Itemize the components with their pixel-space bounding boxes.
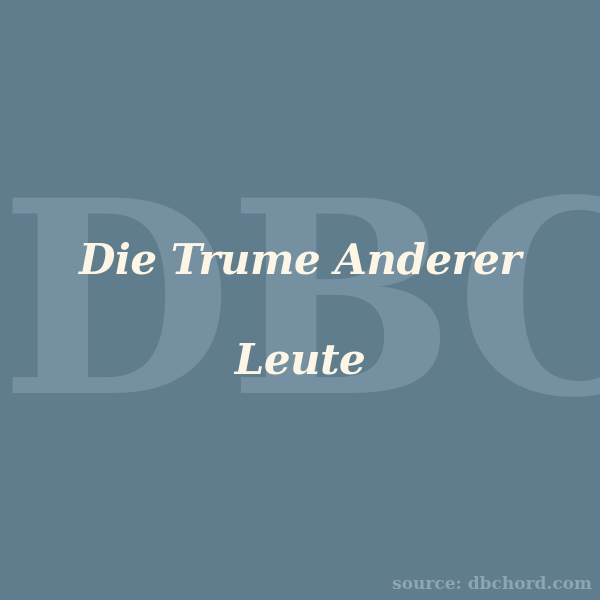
song-title-line-1: Die Trume Anderer	[78, 235, 522, 284]
cover-canvas: DBC Die Trume Anderer Leute source: dbch…	[0, 0, 600, 600]
song-title: Die Trume Anderer Leute	[0, 210, 600, 410]
song-title-line-2: Leute	[234, 335, 366, 384]
source-credit: source: dbchord.com	[392, 574, 592, 594]
